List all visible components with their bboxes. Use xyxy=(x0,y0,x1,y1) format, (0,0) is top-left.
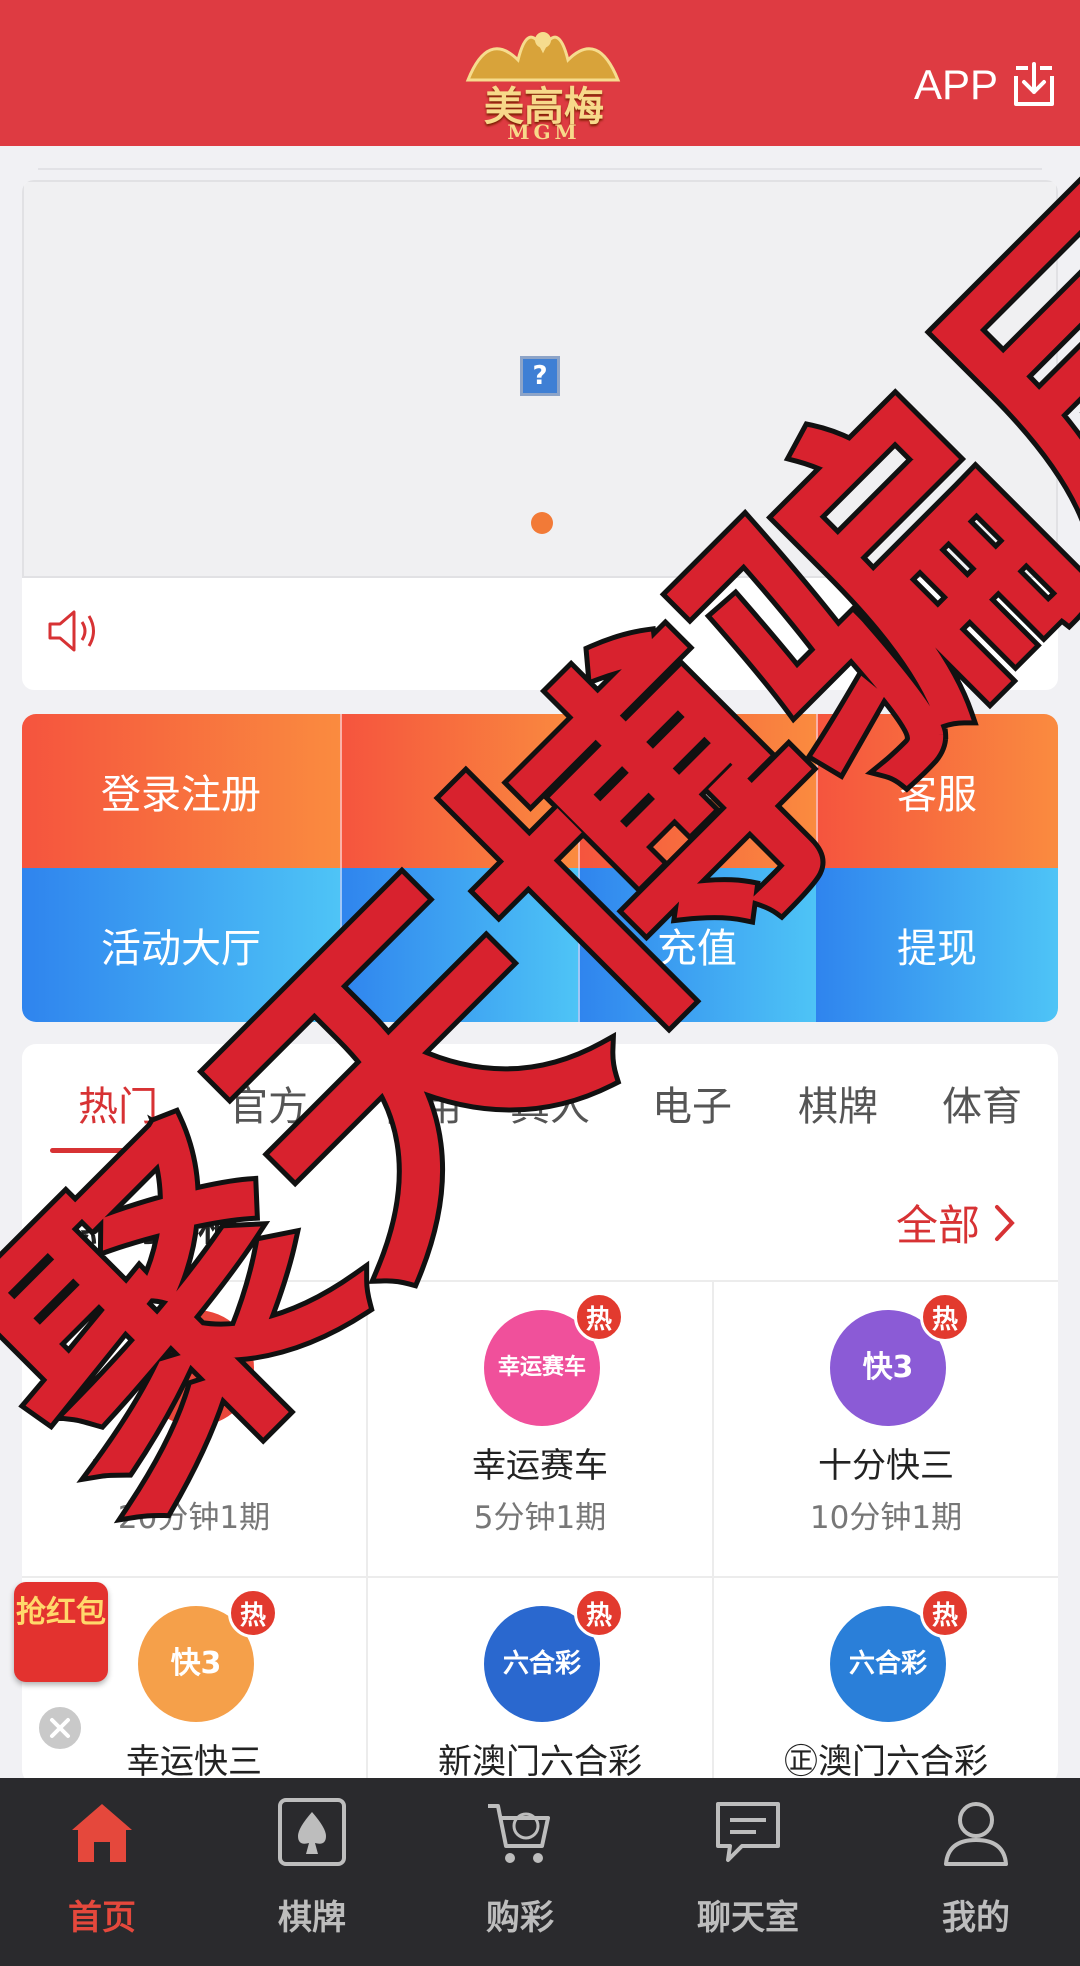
game-name: ㊣澳门六合彩 xyxy=(784,1742,988,1782)
hot-badge: 热 xyxy=(228,1588,278,1638)
tab-sports[interactable]: 体育 xyxy=(942,1074,1022,1132)
divider xyxy=(816,714,818,868)
chat-icon xyxy=(716,1802,780,1862)
game-name: 幸运赛车 xyxy=(472,1446,608,1486)
speaker-icon xyxy=(48,610,95,652)
see-all-link[interactable]: 全部 xyxy=(896,1192,1016,1253)
top-header: 美高梅 MGM APP xyxy=(0,0,1080,146)
spade-card-icon xyxy=(278,1798,346,1866)
game-name: 新澳门六合彩 xyxy=(438,1742,642,1782)
logo-english: MGM xyxy=(507,120,581,144)
hot-badge: 热 xyxy=(920,1588,970,1638)
app-screen: 美高梅 MGM APP ? 登录注册 红包 客服 活动大厅 充值 提现 热门 官… xyxy=(0,0,1080,1966)
lottery-ball-icon xyxy=(138,1310,254,1426)
nav-profile[interactable]: 我的 xyxy=(886,1796,1066,1956)
game-name: 十分快三 xyxy=(818,1446,954,1486)
quick-actions: 登录注册 红包 客服 活动大厅 充值 提现 xyxy=(22,714,1058,1022)
red-envelope-button[interactable]: 红包 xyxy=(578,714,816,868)
activity-hall-button[interactable]: 活动大厅 xyxy=(22,868,340,1022)
game-frequency: 5分钟1期 xyxy=(473,1500,607,1536)
nav-home[interactable]: 首页 xyxy=(12,1796,192,1956)
tab-official[interactable]: 官方 xyxy=(228,1074,308,1132)
game-card[interactable]: 20分钟1期 xyxy=(22,1282,366,1578)
nav-label: 聊天室 xyxy=(697,1898,799,1938)
home-icon xyxy=(72,1804,132,1862)
download-icon xyxy=(1014,62,1054,106)
quick-action-button-6[interactable] xyxy=(340,868,578,1022)
nav-label: 我的 xyxy=(942,1898,1010,1938)
grab-red-packet-button[interactable]: 抢红包 xyxy=(14,1582,108,1682)
tab-credit[interactable]: 信用 xyxy=(382,1074,462,1132)
game-frequency: 20分钟1期 xyxy=(117,1500,271,1536)
active-tab-indicator xyxy=(50,1148,170,1153)
see-all-label: 全部 xyxy=(895,1201,980,1250)
divider xyxy=(578,714,580,1022)
tab-live[interactable]: 真人 xyxy=(510,1074,590,1132)
section-title: 热门彩种 xyxy=(78,1204,238,1250)
category-tabs: 热门 官方 信用 真人 电子 棋牌 体育 xyxy=(22,1044,1058,1153)
bottom-navigation: 首页 棋牌 购彩 聊天室 我的 xyxy=(0,1778,1080,1966)
nav-chatroom[interactable]: 聊天室 xyxy=(658,1796,838,1956)
nav-label: 棋牌 xyxy=(278,1898,346,1938)
user-icon xyxy=(944,1802,1008,1866)
tab-chess[interactable]: 棋牌 xyxy=(798,1074,878,1132)
game-card[interactable]: 快3 热 十分快三 10分钟1期 xyxy=(714,1282,1058,1578)
nav-label: 购彩 xyxy=(486,1898,554,1938)
tab-electronic[interactable]: 电子 xyxy=(652,1074,732,1132)
banner-carousel[interactable]: ? xyxy=(22,180,1058,578)
withdraw-button[interactable]: 提现 xyxy=(816,868,1058,1022)
hot-badge: 热 xyxy=(574,1588,624,1638)
hot-badge: 热 xyxy=(920,1292,970,1342)
app-label: APP xyxy=(913,61,998,108)
customer-service-button[interactable]: 客服 xyxy=(816,714,1058,868)
game-card[interactable]: 六合彩 热 ㊣澳门六合彩 xyxy=(714,1578,1058,1784)
hot-badge: 热 xyxy=(574,1292,624,1342)
cart-icon xyxy=(488,1804,550,1863)
divider xyxy=(340,714,342,1022)
login-register-button[interactable]: 登录注册 xyxy=(22,714,340,868)
divider xyxy=(38,168,1042,170)
broken-image-icon: ? xyxy=(520,356,560,396)
nav-label: 首页 xyxy=(68,1898,136,1938)
game-frequency: 10分钟1期 xyxy=(809,1500,963,1536)
carousel-indicator[interactable] xyxy=(531,512,553,534)
deposit-button[interactable]: 充值 xyxy=(578,868,816,1022)
banner-card: ? xyxy=(22,180,1058,690)
game-card[interactable]: 六合彩 热 新澳门六合彩 xyxy=(368,1578,712,1784)
nav-chess[interactable]: 棋牌 xyxy=(222,1796,402,1956)
quick-action-button-2[interactable] xyxy=(340,714,578,868)
close-icon[interactable] xyxy=(36,1704,84,1752)
lottery-panel: 热门 官方 信用 真人 电子 棋牌 体育 热门彩种 全部 20分钟1期 幸运赛车… xyxy=(22,1044,1058,1784)
chevron-right-icon xyxy=(995,1204,1015,1241)
app-download-link[interactable]: APP xyxy=(914,58,1056,112)
tab-hot[interactable]: 热门 xyxy=(78,1074,158,1132)
game-card[interactable]: 幸运赛车 热 幸运赛车 5分钟1期 xyxy=(368,1282,712,1578)
nav-lottery[interactable]: 购彩 xyxy=(430,1796,610,1956)
